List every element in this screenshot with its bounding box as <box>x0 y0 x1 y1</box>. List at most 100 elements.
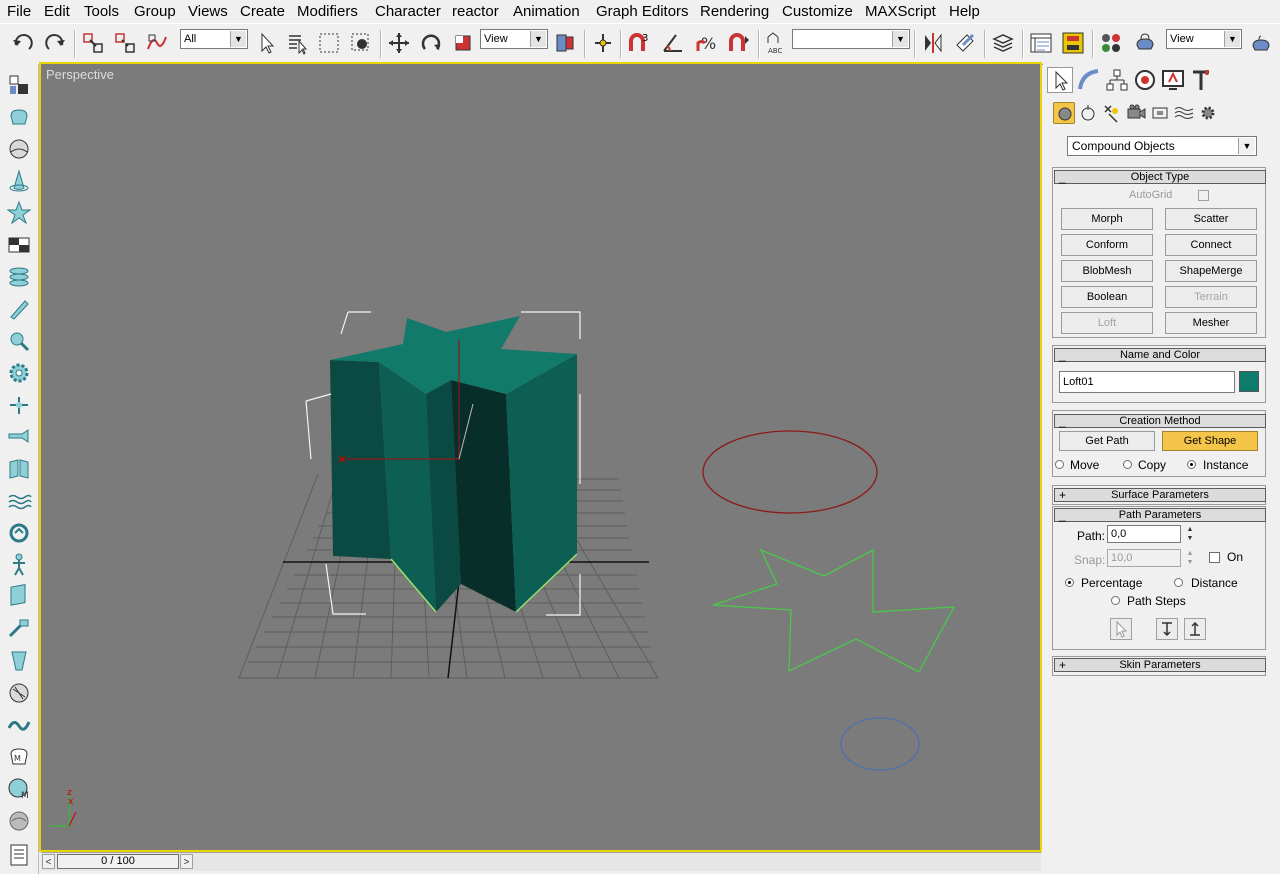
next-shape-icon[interactable] <box>1184 618 1206 640</box>
uvw-map-icon[interactable] <box>6 584 32 610</box>
flex-icon[interactable] <box>6 712 32 738</box>
mesher-button[interactable]: Mesher <box>1165 312 1257 334</box>
conform-button[interactable]: Conform <box>1061 234 1153 256</box>
space-warps-subtab-icon[interactable] <box>1173 102 1195 124</box>
menu-tools[interactable]: Tools <box>84 3 119 20</box>
surface-parameters-header[interactable]: + Surface Parameters <box>1054 488 1266 502</box>
menu-file[interactable]: File <box>7 3 31 20</box>
bone-icon[interactable] <box>6 392 32 418</box>
get-shape-button[interactable]: Get Shape <box>1162 431 1258 451</box>
skin-parameters-header[interactable]: + Skin Parameters <box>1054 658 1266 672</box>
wave-icon[interactable] <box>6 488 32 514</box>
boolean-button[interactable]: Boolean <box>1061 286 1153 308</box>
modify-tab-icon[interactable] <box>1076 67 1102 93</box>
time-prev-button[interactable]: < <box>42 854 55 869</box>
loft-button[interactable]: Loft <box>1061 312 1153 334</box>
menu-create[interactable]: Create <box>240 3 285 20</box>
snap-value-input[interactable]: 10,0 <box>1107 549 1181 567</box>
undo-icon[interactable] <box>10 30 36 56</box>
menu-views[interactable]: Views <box>188 3 228 20</box>
path-parameters-header[interactable]: _ Path Parameters <box>1054 508 1266 522</box>
distance-radio[interactable] <box>1174 578 1183 587</box>
select-object-icon[interactable] <box>254 30 280 56</box>
perspective-viewport[interactable]: Perspective × x z <box>39 62 1042 852</box>
instance-radio[interactable] <box>1187 460 1196 469</box>
named-selection-dropdown[interactable]: ▼ <box>792 29 910 49</box>
menu-maxscript[interactable]: MAXScript <box>865 3 936 20</box>
path-spinner[interactable]: ▲ ▼ <box>1185 525 1195 543</box>
utilities-tab-icon[interactable] <box>1189 67 1215 93</box>
menu-rendering[interactable]: Rendering <box>700 3 769 20</box>
gear-icon[interactable] <box>6 360 32 386</box>
cone-icon[interactable] <box>6 168 32 194</box>
render-setup-icon[interactable] <box>1132 30 1158 56</box>
previous-shape-icon[interactable] <box>1156 618 1178 640</box>
move-radio[interactable] <box>1055 460 1064 469</box>
snap-on-checkbox[interactable] <box>1209 552 1220 563</box>
hair-icon[interactable] <box>6 680 32 706</box>
light-bulb-icon[interactable] <box>6 328 32 354</box>
snaps-toggle-icon[interactable]: 3 <box>626 30 652 56</box>
display-tab-icon[interactable] <box>1160 67 1186 93</box>
sphere-icon[interactable] <box>6 136 32 162</box>
menu-character[interactable]: Character <box>375 3 441 20</box>
create-tab-icon[interactable] <box>1047 67 1073 93</box>
space-warp-icon[interactable] <box>6 456 32 482</box>
pencil-spline-icon[interactable] <box>6 296 32 322</box>
menu-graph-editors[interactable]: Graph Editors <box>596 3 689 20</box>
spinner-snap-icon[interactable] <box>726 30 752 56</box>
layers-stack-icon[interactable] <box>6 264 32 290</box>
layer-manager-icon[interactable] <box>990 30 1016 56</box>
time-next-button[interactable]: > <box>180 854 193 869</box>
object-color-swatch[interactable] <box>1239 371 1259 392</box>
helpers-subtab-icon[interactable] <box>1149 102 1171 124</box>
teapot-create-icon[interactable] <box>6 104 32 130</box>
menu-help[interactable]: Help <box>949 3 980 20</box>
containers-icon[interactable] <box>6 72 32 98</box>
pick-shape-icon[interactable] <box>1110 618 1132 640</box>
object-type-header[interactable]: _ Object Type <box>1054 170 1266 184</box>
material-editor-icon[interactable] <box>1098 30 1124 56</box>
angle-snap-icon[interactable] <box>660 30 686 56</box>
motion-tab-icon[interactable] <box>1132 67 1158 93</box>
select-and-link-icon[interactable] <box>80 30 106 56</box>
shapes-subtab-icon[interactable] <box>1077 102 1099 124</box>
quick-render-icon[interactable] <box>1248 30 1274 56</box>
redo-icon[interactable] <box>42 30 68 56</box>
terrain-button[interactable]: Terrain <box>1165 286 1257 308</box>
render-sphere-icon[interactable] <box>6 808 32 834</box>
morph-button[interactable]: Morph <box>1061 208 1153 230</box>
category-dropdown[interactable]: Compound Objects ▼ <box>1067 136 1257 156</box>
menu-group[interactable]: Group <box>134 3 176 20</box>
use-pivot-center-icon[interactable] <box>552 30 578 56</box>
rotate-icon[interactable] <box>418 30 444 56</box>
star-helper-icon[interactable] <box>6 200 32 226</box>
path-steps-radio[interactable] <box>1111 596 1120 605</box>
material-sphere-icon[interactable]: M <box>6 776 32 802</box>
material-teapot-icon[interactable]: M <box>6 744 32 770</box>
snap-spinner[interactable]: ▲ ▼ <box>1185 549 1195 567</box>
menu-customize[interactable]: Customize <box>782 3 853 20</box>
time-slider[interactable]: < 0 / 100 > <box>41 852 1041 871</box>
biped-icon[interactable] <box>6 552 32 578</box>
bind-to-space-warp-icon[interactable] <box>144 30 170 56</box>
schematic-view-icon[interactable] <box>1060 30 1086 56</box>
camera-icon[interactable] <box>6 424 32 450</box>
notepad-icon[interactable] <box>6 842 32 868</box>
reference-coordinate-dropdown[interactable]: View ▼ <box>480 29 548 49</box>
blobmesh-button[interactable]: BlobMesh <box>1061 260 1153 282</box>
menu-reactor[interactable]: reactor <box>452 3 499 20</box>
cloth-icon[interactable] <box>6 648 32 674</box>
select-and-manipulate-icon[interactable] <box>590 30 616 56</box>
curve-editor-icon[interactable] <box>1028 30 1054 56</box>
rectangular-selection-icon[interactable] <box>316 30 342 56</box>
menu-edit[interactable]: Edit <box>44 3 70 20</box>
shapemerge-button[interactable]: ShapeMerge <box>1165 260 1257 282</box>
autogrid-checkbox[interactable] <box>1198 190 1209 201</box>
name-color-header[interactable]: _ Name and Color <box>1054 348 1266 362</box>
align-icon[interactable] <box>952 30 978 56</box>
render-viewport-dropdown[interactable]: View ▼ <box>1166 29 1242 49</box>
cameras-subtab-icon[interactable] <box>1125 102 1147 124</box>
move-icon[interactable] <box>386 30 412 56</box>
menu-modifiers[interactable]: Modifiers <box>297 3 358 20</box>
